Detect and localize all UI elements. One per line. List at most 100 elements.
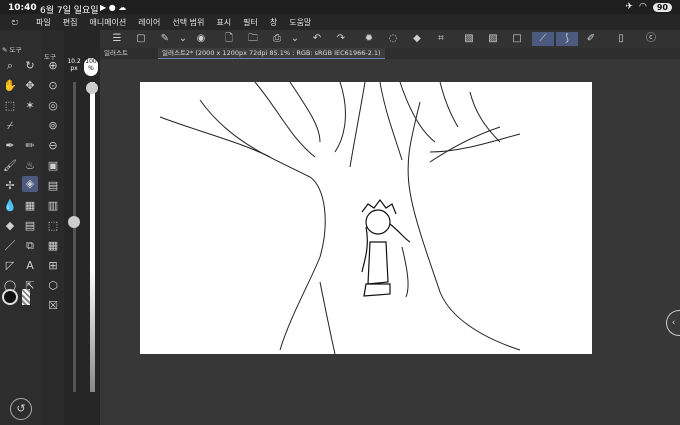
hand-icon[interactable]: ✋	[2, 78, 18, 94]
select-all-icon[interactable]: □	[510, 32, 524, 46]
subtool-column: 도구 ⊕ ⊙ ◎ ⊚ ⊖ ▣ ▤ ▥ ⬚ ▦ ⊞ ⬡ ☒	[42, 30, 64, 425]
wifi-icon: ◠	[639, 2, 647, 12]
drawing-canvas[interactable]	[140, 81, 592, 355]
document-tabs: 일러스트 일러스트2* (2000 x 1200px 72dpi 85.1% :…	[100, 48, 680, 59]
status-time: 10:40	[8, 3, 37, 13]
help-icon[interactable]: ⓒ	[644, 32, 658, 46]
tool-column: ✎ 도구 ⌕ ↻ ✋ ✥ ⬚ ✶ ⌿ ✒ ✏ 🖌 ♨ ✢ ◈ 💧 ▦ ◆ ▤ ／…	[0, 30, 42, 425]
chevron-down-icon-2[interactable]: ⌄	[288, 32, 302, 46]
menu-selection[interactable]: 선택 범위	[166, 17, 210, 28]
pencil-icon[interactable]: ✏	[22, 138, 38, 154]
magic-wand-icon[interactable]: ✶	[22, 98, 38, 114]
brush-size-handle[interactable]	[68, 215, 80, 228]
menu-view[interactable]: 표시	[210, 17, 237, 28]
brush-size-value: 10.2	[67, 58, 81, 65]
invert-selection-icon[interactable]: ▨	[486, 32, 500, 46]
main-color-swatch[interactable]	[2, 289, 18, 305]
menu-bar: ಲ 파일 편집 애니메이션 레이어 선택 범위 표시 필터 창 도움말	[0, 14, 680, 30]
curve-icon[interactable]: ⟆	[556, 32, 578, 46]
brush-opacity-track[interactable]	[90, 82, 95, 392]
rotate-icon[interactable]: ↻	[22, 58, 38, 74]
tool-panel-label: 도구	[9, 46, 22, 54]
redo-icon[interactable]: ↷	[334, 32, 348, 46]
menu-window[interactable]: 창	[264, 17, 283, 28]
clear-selection-icon[interactable]: ▧	[462, 32, 476, 46]
subtool-8-icon[interactable]: ▥	[45, 198, 61, 214]
pen-pressure-icon[interactable]: ✐	[584, 32, 598, 46]
blend-icon[interactable]: 💧	[2, 198, 18, 214]
fill-icon[interactable]: ▦	[22, 198, 38, 214]
quick-access-icon[interactable]: ↺	[10, 398, 32, 420]
battery-indicator: 90	[652, 2, 672, 12]
device-icon[interactable]: ▯	[614, 32, 628, 46]
tab-illust2[interactable]: 일러스트2* (2000 x 1200px 72dpi 85.1% : RGB:…	[158, 48, 385, 59]
pattern-icon[interactable]: ◌	[386, 32, 400, 46]
airbrush-icon[interactable]: ♨	[22, 158, 38, 174]
move-icon[interactable]: ✥	[22, 78, 38, 94]
ruler-icon[interactable]: ◸	[2, 258, 18, 274]
subtool-7-icon[interactable]: ▤	[45, 178, 61, 194]
edit-icon[interactable]: ✎	[158, 32, 172, 46]
eraser-icon[interactable]: ◈	[22, 176, 38, 192]
brush-opacity-unit: %	[88, 65, 94, 72]
brush-opacity-value: 100	[85, 58, 97, 65]
brush-slider-panel: 10.2 px 100 %	[64, 30, 100, 425]
brush-size-readout: 10.2 px	[66, 58, 82, 72]
brush-size-unit: px	[70, 65, 78, 72]
new-file-icon[interactable]: 🗋	[222, 32, 236, 46]
mute-icon: ✈	[625, 2, 633, 12]
sub-color-swatch[interactable]	[22, 289, 30, 305]
tab-illust[interactable]: 일러스트	[100, 48, 132, 59]
brush-size-track[interactable]	[73, 82, 76, 392]
brush-icon[interactable]: 🖌	[2, 158, 18, 174]
menu-edit[interactable]: 편집	[57, 17, 84, 28]
subtool-4-icon[interactable]: ⊚	[45, 118, 61, 134]
fill-bucket-icon[interactable]: ◆	[410, 32, 424, 46]
decoration-icon[interactable]: ✢	[2, 178, 18, 194]
figure-sketch	[361, 199, 411, 297]
menu-layer[interactable]: 레이어	[132, 17, 166, 28]
menu-animation[interactable]: 애니메이션	[83, 17, 132, 28]
subtool-6-icon[interactable]: ▣	[45, 158, 61, 174]
subtool-10-icon[interactable]: ▦	[45, 238, 61, 254]
frame-icon[interactable]: ⧉	[22, 238, 38, 254]
stabilizer-icon[interactable]: ⟋	[532, 32, 554, 46]
eyedropper-icon[interactable]: ⌿	[2, 118, 18, 134]
brush-small-icon: ✎	[2, 46, 8, 54]
paint-bucket-icon[interactable]: ◆	[2, 218, 18, 234]
menu-file[interactable]: 파일	[30, 17, 57, 28]
brush-opacity-readout: 100 %	[84, 58, 98, 76]
gradient-icon[interactable]: ▤	[22, 218, 38, 234]
transform-icon[interactable]: ⌗	[434, 32, 448, 46]
subtool-5-icon[interactable]: ⊖	[45, 138, 61, 154]
text-icon[interactable]: A	[22, 258, 38, 274]
subtool-1-icon[interactable]: ⊕	[45, 58, 61, 74]
subtool-2-icon[interactable]: ⊙	[45, 78, 61, 94]
command-bar: ☰ ▢ ✎ ⌄ ◉ 🗋 🗀 ⎙ ⌄ ↶ ↷ ✹ ◌ ◆ ⌗ ▧ ▨ □ ⟋ ⟆ …	[100, 30, 680, 48]
open-folder-icon[interactable]: 🗀	[246, 32, 260, 46]
zoom-icon[interactable]: ⌕	[2, 58, 18, 74]
tool-panel: ✎ 도구 ⌕ ↻ ✋ ✥ ⬚ ✶ ⌿ ✒ ✏ 🖌 ♨ ✢ ◈ 💧 ▦ ◆ ▤ ／…	[0, 30, 100, 425]
pen-icon[interactable]: ✒	[2, 138, 18, 154]
settings-icon[interactable]: ✹	[362, 32, 376, 46]
subtool-12-icon[interactable]: ⬡	[45, 278, 61, 294]
new-canvas-icon[interactable]: ▢	[134, 32, 148, 46]
menu-help[interactable]: 도움말	[283, 17, 317, 28]
status-app-icons: ▶ ● ☁	[100, 3, 127, 12]
color-wheel-icon[interactable]: ◉	[194, 32, 208, 46]
subtool-3-icon[interactable]: ◎	[45, 98, 61, 114]
subtool-11-icon[interactable]: ⊞	[45, 258, 61, 274]
select-rect-icon[interactable]: ⬚	[2, 98, 18, 114]
subtool-9-icon[interactable]: ⬚	[45, 218, 61, 234]
subtool-13-icon[interactable]: ☒	[45, 298, 61, 314]
chevron-down-icon[interactable]: ⌄	[176, 32, 190, 46]
brush-opacity-handle[interactable]	[86, 82, 98, 94]
menu-icon[interactable]: ☰	[110, 32, 124, 46]
line-icon[interactable]: ／	[2, 238, 18, 254]
undo-icon[interactable]: ↶	[310, 32, 324, 46]
app-logo-icon[interactable]: ಲ	[0, 15, 30, 29]
status-right: ✈ ◠ 90	[625, 2, 672, 12]
tree-sketch	[159, 81, 521, 355]
save-icon[interactable]: ⎙	[270, 32, 284, 46]
menu-filter[interactable]: 필터	[237, 17, 264, 28]
